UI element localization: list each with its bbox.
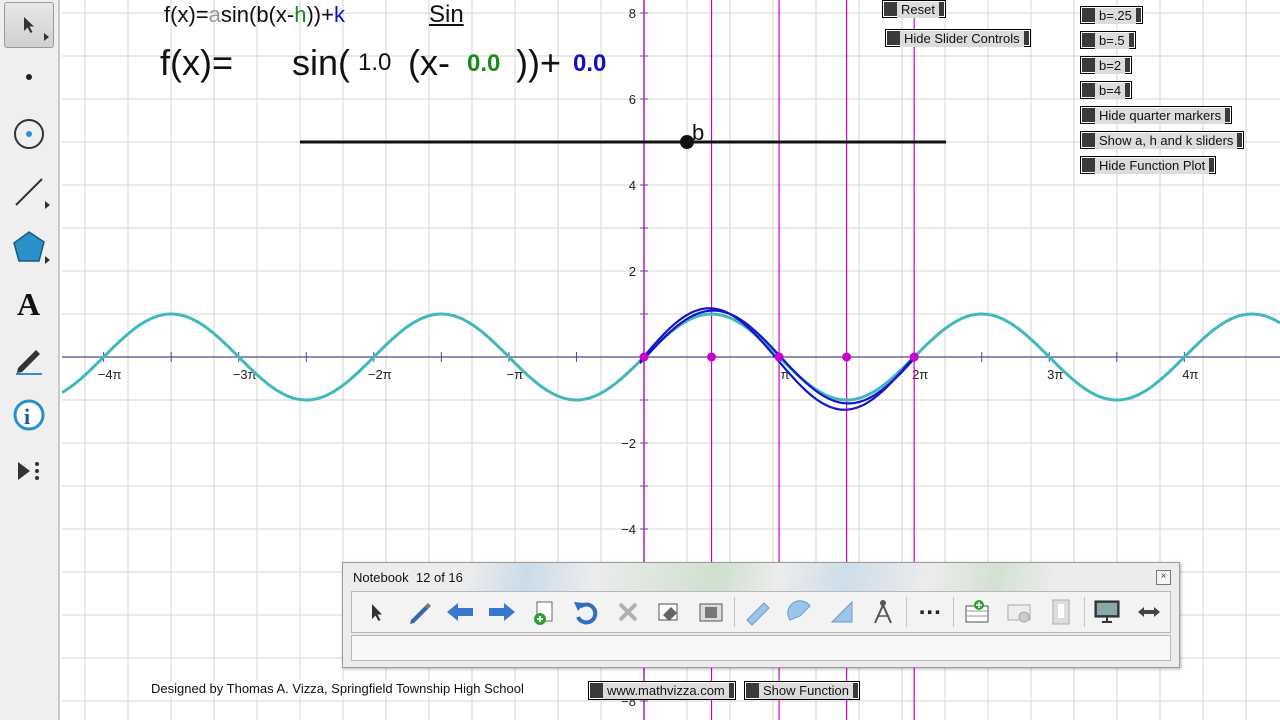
information-tool[interactable]: i [4, 392, 54, 438]
b-2-button[interactable]: b=2 [1080, 56, 1133, 74]
polygon-tool[interactable] [4, 224, 54, 270]
record-icon[interactable] [998, 594, 1040, 630]
slider-label: b [692, 120, 705, 145]
b-4-button[interactable]: b=4 [1080, 81, 1133, 99]
add-table-icon[interactable] [956, 594, 998, 630]
hide-function-plot-button[interactable]: Hide Function Plot [1080, 156, 1217, 174]
close-plus: ))+ [516, 42, 561, 83]
delete-icon[interactable] [607, 594, 649, 630]
triangle-icon[interactable] [821, 594, 863, 630]
marker-icon [16, 350, 42, 375]
notebook-title: Notebook 12 of 16 [353, 570, 463, 585]
polygon-icon [13, 231, 45, 262]
reset-button[interactable]: Reset [882, 0, 946, 18]
sin-link[interactable]: Sin [429, 1, 464, 29]
y-tick-label: 4 [629, 178, 636, 193]
b-05-button[interactable]: b=.5 [1080, 31, 1136, 49]
quarter-point [707, 352, 717, 362]
resize-icon[interactable] [1128, 594, 1170, 630]
screen-icon[interactable] [1087, 594, 1129, 630]
show-ahk-sliders-button[interactable]: Show a, h and k sliders [1080, 131, 1245, 149]
protractor-icon[interactable] [779, 594, 821, 630]
add-page-icon[interactable] [523, 594, 565, 630]
text-tool[interactable]: A [4, 280, 54, 326]
y-tick-label: −2 [621, 436, 636, 451]
clear-icon[interactable] [1040, 594, 1082, 630]
point-tool[interactable] [4, 54, 54, 100]
compass-tool[interactable] [4, 111, 54, 157]
function-lhs: f(x)= [160, 42, 234, 83]
website-link-button[interactable]: www.mathvizza.com [588, 681, 736, 700]
more-icon[interactable]: ... [909, 593, 951, 630]
notebook-status-bar [351, 635, 1171, 661]
general-formula: f(x)=asin(b(x-h))+k [164, 2, 345, 27]
hide-slider-controls-button[interactable]: Hide Slider Controls [885, 29, 1031, 47]
point-icon [26, 74, 32, 80]
info-icon: i [13, 399, 45, 431]
y-tick-label: −4 [621, 522, 636, 537]
svg-text:i: i [24, 404, 30, 429]
straightedge-tool[interactable] [4, 169, 54, 215]
close-icon[interactable]: × [1156, 570, 1171, 585]
play-icon [18, 462, 39, 480]
k-value[interactable]: 0.0 [573, 50, 606, 78]
circle-icon [14, 119, 44, 149]
forward-arrow-icon[interactable] [481, 594, 523, 630]
x-minus: (x- [408, 42, 450, 83]
custom-tool[interactable] [4, 448, 54, 494]
quarter-point [639, 352, 649, 362]
svg-text:A: A [17, 286, 40, 320]
compass-icon[interactable] [863, 594, 905, 630]
x-tick-label: −4π [98, 367, 122, 382]
line-icon [15, 178, 43, 206]
h-value[interactable]: 0.0 [467, 50, 500, 78]
hide-quarter-markers-button[interactable]: Hide quarter markers [1080, 106, 1233, 124]
x-tick-label: −2π [368, 367, 392, 382]
y-tick-label: 2 [629, 264, 636, 279]
y-tick-label: 6 [629, 92, 636, 107]
undo-icon[interactable] [565, 594, 607, 630]
sketch-toolbox: A i [0, 0, 60, 720]
capture-icon[interactable] [690, 594, 732, 630]
ruler-icon[interactable] [737, 594, 779, 630]
quarter-point [909, 352, 919, 362]
quarter-point [774, 352, 784, 362]
b-025-button[interactable]: b=.25 [1080, 6, 1143, 24]
quarter-point [842, 352, 852, 362]
show-function-button[interactable]: Show Function [744, 681, 860, 700]
back-arrow-icon[interactable] [440, 594, 482, 630]
y-tick-label: 8 [629, 6, 636, 21]
b-value[interactable]: 1.0 [358, 49, 391, 77]
screen-shade-icon[interactable] [649, 594, 691, 630]
credits-text: Designed by Thomas A. Vizza, Springfield… [151, 681, 524, 696]
notebook-toolbar: ... [351, 591, 1171, 633]
marker-tool[interactable] [4, 336, 54, 382]
notebook-palette: Notebook 12 of 16 × ... [342, 562, 1180, 668]
x-tick-label: 4π [1182, 367, 1198, 382]
sin-open: sin( [292, 42, 351, 83]
select-icon[interactable] [356, 594, 398, 630]
text-icon: A [17, 286, 40, 320]
notebook-title-bar[interactable] [343, 563, 1179, 593]
pen-icon[interactable] [398, 594, 440, 630]
arrow-tool[interactable] [4, 2, 54, 48]
arrow-icon [24, 17, 34, 33]
